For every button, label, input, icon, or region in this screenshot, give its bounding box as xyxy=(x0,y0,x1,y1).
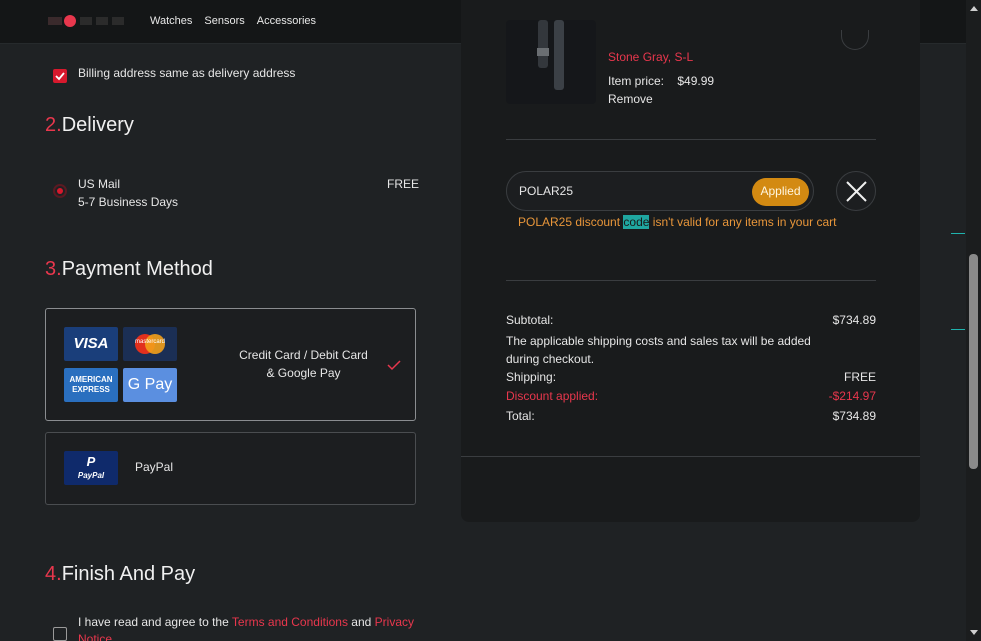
delivery-step-number: 2. xyxy=(45,114,62,136)
delivery-option-price: FREE xyxy=(387,177,420,191)
payment-step-number: 3. xyxy=(45,258,62,280)
finish-step-number: 4. xyxy=(45,563,62,585)
coupon-warning: POLAR25 discount code isn't valid for an… xyxy=(518,215,837,229)
delivery-option-time: 5-7 Business Days xyxy=(78,195,179,209)
divider xyxy=(506,280,876,281)
nav-sensors[interactable]: Sensors xyxy=(204,15,244,27)
paypal-p-icon: P xyxy=(87,454,96,469)
page-scrollbar[interactable] xyxy=(966,0,981,641)
divider xyxy=(506,139,876,140)
remove-item-circle[interactable] xyxy=(841,30,869,50)
payment-title: Payment Method xyxy=(61,258,213,280)
coupon-applied-button[interactable]: Applied xyxy=(752,178,809,206)
accent-line xyxy=(951,233,965,234)
main-nav: Watches Sensors Accessories xyxy=(150,15,316,27)
checkout-form: Billing address same as delivery address… xyxy=(0,44,440,641)
product-variant: Stone Gray, S-L xyxy=(608,50,694,64)
shipping-note: The applicable shipping costs and sales … xyxy=(506,334,811,366)
delivery-title: Delivery xyxy=(61,114,134,136)
card-option-label: Credit Card / Debit Card & Google Pay xyxy=(239,348,368,380)
checkmark-icon xyxy=(55,72,65,81)
watch-band-icon xyxy=(537,20,564,90)
mastercard-logo: mastercard xyxy=(123,327,177,361)
total-row: Total: $734.89 xyxy=(506,409,876,423)
divider xyxy=(461,456,920,457)
paypal-label: PayPal xyxy=(135,460,174,474)
terms-agreement-text: I have read and agree to the Terms and C… xyxy=(78,614,423,641)
coupon-input[interactable]: POLAR25 Applied xyxy=(506,171,814,211)
billing-same-label: Billing address same as delivery address xyxy=(78,66,296,80)
item-price-row: Item price: $49.99 xyxy=(608,74,715,88)
discount-row: Discount applied: -$214.97 xyxy=(506,389,876,403)
accent-line xyxy=(951,329,965,330)
delivery-heading: 2.Delivery xyxy=(45,114,134,137)
subtotal-row: Subtotal: $734.89 xyxy=(506,313,876,327)
terms-link[interactable]: Terms and Conditions xyxy=(232,615,348,629)
payment-option-card[interactable]: VISA mastercard AMERICAN EXPRESS G Pay C… xyxy=(45,308,416,421)
remove-link[interactable]: Remove xyxy=(608,92,653,106)
nav-watches[interactable]: Watches xyxy=(150,15,192,27)
polar-logo[interactable] xyxy=(48,14,126,28)
scrollbar-thumb[interactable] xyxy=(969,254,978,469)
scroll-down-icon[interactable] xyxy=(970,630,978,635)
payment-heading: 3.Payment Method xyxy=(45,258,213,281)
close-icon xyxy=(846,181,867,202)
product-image xyxy=(506,20,596,104)
selected-check-icon xyxy=(387,360,401,371)
delivery-option-radio[interactable] xyxy=(53,184,67,198)
finish-title: Finish And Pay xyxy=(61,563,196,585)
nav-accessories[interactable]: Accessories xyxy=(257,15,316,27)
paypal-logo: P PayPal xyxy=(64,451,118,485)
google-pay-logo: G Pay xyxy=(123,368,177,402)
coupon-value: POLAR25 xyxy=(519,184,574,198)
visa-logo: VISA xyxy=(64,327,118,361)
finish-heading: 4.Finish And Pay xyxy=(45,563,195,586)
scroll-up-icon[interactable] xyxy=(970,6,978,11)
svg-text:P: P xyxy=(87,454,96,469)
amex-logo: AMERICAN EXPRESS xyxy=(64,368,118,402)
privacy-notice-link[interactable]: Notice xyxy=(78,632,112,641)
shipping-row: Shipping: FREE xyxy=(506,370,876,384)
privacy-link[interactable]: Privacy xyxy=(375,615,414,629)
terms-checkbox[interactable] xyxy=(53,627,67,641)
billing-same-checkbox[interactable] xyxy=(53,69,67,83)
order-summary-panel: Stone Gray, S-L Item price: $49.99 Remov… xyxy=(461,0,920,522)
delivery-option-name: US Mail xyxy=(78,177,121,191)
clear-coupon-button[interactable] xyxy=(836,171,876,211)
payment-option-paypal[interactable]: P PayPal PayPal xyxy=(45,432,416,505)
